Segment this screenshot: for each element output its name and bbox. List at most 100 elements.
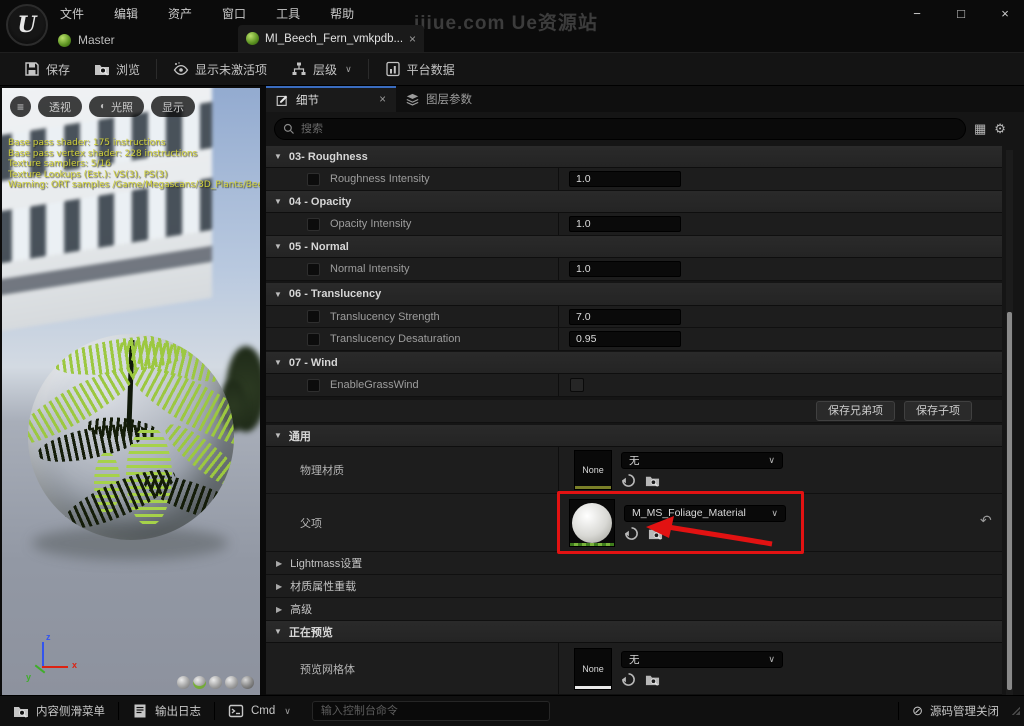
content-drawer-button[interactable]: 内容侧滑菜单	[0, 696, 118, 726]
preview-mesh-dropdown[interactable]: 无∨	[621, 651, 783, 668]
cmd-dropdown[interactable]: Cmd ∨	[215, 696, 304, 726]
menu-help[interactable]: 帮助	[328, 5, 356, 22]
browse-button[interactable]: 浏览	[82, 53, 152, 85]
section-header-previewing[interactable]: ▼正在预览	[266, 621, 1002, 643]
console-command-input[interactable]	[312, 701, 550, 721]
platform-stats-button[interactable]: 平台数据	[373, 53, 467, 85]
override-checkbox[interactable]	[307, 333, 320, 346]
lit-mode-button[interactable]: ◐光照	[89, 96, 144, 117]
chevron-down-icon: ∨	[345, 64, 352, 75]
unreal-logo-icon[interactable]: U	[6, 4, 48, 46]
value-input[interactable]: 1.0	[569, 261, 681, 277]
use-selected-icon[interactable]	[621, 672, 636, 687]
value-input[interactable]: 7.0	[569, 309, 681, 325]
maximize-button[interactable]: □	[950, 4, 972, 24]
section-title: 通用	[289, 428, 311, 444]
source-control-button[interactable]: ⊘ 源码管理关闭	[899, 696, 1012, 726]
use-selected-icon[interactable]	[621, 473, 636, 488]
param-row: EnableGrassWind	[266, 374, 1002, 397]
menu-window[interactable]: 窗口	[220, 5, 248, 22]
tab-layer-params[interactable]: 图层参数	[396, 86, 482, 112]
section-title: 03- Roughness	[289, 151, 368, 163]
background-building	[2, 88, 212, 332]
show-inactive-button[interactable]: 显示未激活项	[161, 53, 279, 85]
scrollbar-thumb[interactable]	[1007, 312, 1012, 690]
resize-grip[interactable]	[1012, 707, 1020, 715]
output-log-button[interactable]: 输出日志	[119, 696, 214, 726]
enable-grass-wind-checkbox[interactable]	[570, 378, 584, 392]
section-header-translucency[interactable]: ▼06 - Translucency	[266, 283, 1002, 306]
preview-shape-mesh-button[interactable]	[241, 676, 254, 689]
param-label: Translucency Strength	[330, 311, 440, 323]
viewport-menu-button[interactable]: ≡	[10, 96, 31, 117]
column-view-icon[interactable]: ▦	[974, 121, 986, 137]
override-checkbox[interactable]	[307, 263, 320, 276]
section-advanced[interactable]: ▶高级	[266, 598, 1002, 621]
physical-material-thumbnail[interactable]: None	[574, 450, 612, 490]
platform-stats-label: 平台数据	[407, 61, 455, 78]
save-sibling-button[interactable]: 保存兄弟项	[816, 401, 895, 421]
preview-shape-sphere-button[interactable]	[193, 676, 206, 689]
menu-edit[interactable]: 编辑	[112, 5, 140, 22]
physical-material-row: 物理材质 None 无∨	[266, 447, 1002, 494]
section-header-general[interactable]: ▼通用	[266, 425, 1002, 447]
override-checkbox[interactable]	[307, 218, 320, 231]
physical-material-dropdown[interactable]: 无∨	[621, 452, 783, 469]
section-header-normal[interactable]: ▼05 - Normal	[266, 236, 1002, 258]
menu-file[interactable]: 文件	[58, 5, 86, 22]
x-axis	[42, 666, 68, 668]
reset-to-default-icon[interactable]: ↶	[980, 512, 992, 529]
master-breadcrumb[interactable]: Master	[58, 28, 115, 52]
content-drawer-label: 内容侧滑菜单	[36, 703, 105, 719]
section-material-overrides[interactable]: ▶材质属性重载	[266, 575, 1002, 598]
details-tab-close-icon[interactable]: ×	[379, 94, 386, 106]
toolbar-separator	[156, 59, 157, 79]
site-watermark: iiiue.com Ue资源站	[414, 8, 598, 35]
value-input[interactable]: 1.0	[569, 216, 681, 232]
save-child-button[interactable]: 保存子项	[904, 401, 972, 421]
material-instance-icon	[246, 32, 259, 45]
param-row: Translucency Desaturation 0.95	[266, 328, 1002, 351]
show-button[interactable]: 显示	[151, 96, 195, 117]
menu-tools[interactable]: 工具	[274, 5, 302, 22]
search-input[interactable]	[301, 123, 957, 135]
tab-details[interactable]: 细节 ×	[266, 86, 396, 112]
override-checkbox[interactable]	[307, 379, 320, 392]
eye-icon	[173, 61, 189, 77]
override-checkbox[interactable]	[307, 173, 320, 186]
section-header-opacity[interactable]: ▼04 - Opacity	[266, 191, 1002, 213]
show-inactive-label: 显示未激活项	[195, 61, 267, 78]
unreal-editor-window: U 文件 编辑 资产 窗口 工具 帮助 iiiue.com Ue资源站 − □ …	[0, 0, 1024, 726]
browse-to-asset-icon[interactable]	[645, 672, 660, 687]
preview-shape-plane-button[interactable]	[209, 676, 222, 689]
perspective-button[interactable]: 透视	[38, 96, 82, 117]
window-controls: − □ ×	[906, 4, 1016, 24]
search-box[interactable]	[274, 118, 966, 140]
section-header-wind[interactable]: ▼07 - Wind	[266, 352, 1002, 374]
chevron-down-icon: ▼	[274, 152, 282, 161]
section-header-roughness[interactable]: ▼ 03- Roughness	[266, 146, 1002, 168]
value-input[interactable]: 1.0	[569, 171, 681, 187]
preview-shape-cylinder-button[interactable]	[177, 676, 190, 689]
override-checkbox[interactable]	[307, 310, 320, 323]
param-label: EnableGrassWind	[330, 379, 419, 391]
section-title: 06 - Translucency	[289, 288, 381, 300]
status-bar: 内容侧滑菜单 输出日志 Cmd ∨ ⊘ 源码管理关闭	[0, 695, 1024, 726]
menu-asset[interactable]: 资产	[166, 5, 194, 22]
browse-to-asset-icon[interactable]	[645, 473, 660, 488]
value-input[interactable]: 0.95	[569, 331, 681, 347]
close-button[interactable]: ×	[994, 4, 1016, 24]
save-button[interactable]: 保存	[12, 53, 82, 85]
annotation-arrow	[638, 514, 778, 550]
perspective-label: 透视	[49, 99, 71, 115]
tab-close-icon[interactable]: ×	[409, 32, 416, 46]
section-lightmass[interactable]: ▶Lightmass设置	[266, 552, 1002, 575]
hierarchy-button[interactable]: 层级 ∨	[279, 53, 364, 85]
preview-mesh-thumbnail[interactable]: None	[574, 648, 612, 690]
section-title: 高级	[290, 601, 312, 617]
minimize-button[interactable]: −	[906, 4, 928, 24]
tab-material-instance[interactable]: MI_Beech_Fern_vmkpdb... ×	[238, 25, 424, 52]
preview-shape-cube-button[interactable]	[225, 676, 238, 689]
settings-gear-icon[interactable]: ⚙	[994, 121, 1006, 137]
preview-viewport-canvas[interactable]: ≡ 透视 ◐光照 显示 Base pass shader: 175 instru…	[2, 88, 260, 695]
